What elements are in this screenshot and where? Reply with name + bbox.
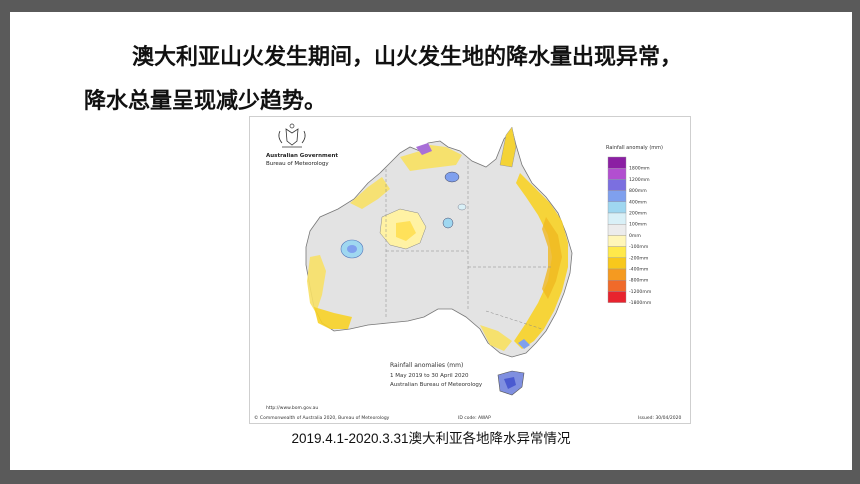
legend-label: 800mm — [629, 188, 647, 194]
legend-swatch — [607, 179, 627, 191]
caption-text: 澳大利亚各地降水异常情况 — [408, 431, 571, 447]
legend-swatch — [607, 156, 627, 169]
agency-name-line-1: Australian Government — [266, 153, 338, 159]
rainfall-anomaly-map: Australian Government Bureau of Meteorol… — [254, 123, 682, 421]
legend-label: 0mm — [629, 233, 641, 239]
legend-swatch — [607, 291, 627, 303]
legend-swatch — [607, 246, 627, 259]
inset-title: Rainfall anomalies (mm) — [390, 362, 463, 369]
legend-label: -1200mm — [629, 289, 652, 295]
legend-label: -1800mm — [629, 300, 652, 306]
legend-label: -100mm — [629, 244, 649, 250]
legend-swatch — [607, 201, 627, 214]
bom-url: http://www.bom.gov.au — [266, 405, 318, 411]
legend-label: -800mm — [629, 278, 649, 284]
legend-label: 200mm — [629, 211, 647, 217]
inset-source: Australian Bureau of Meteorology — [390, 382, 483, 388]
agency-name-line-2: Bureau of Meteorology — [266, 161, 329, 167]
heading-line-1: 澳大利亚山火发生期间，山火发生地的降水量出现异常， — [132, 45, 683, 70]
inset-period: 1 May 2019 to 30 April 2020 — [390, 373, 469, 379]
rainfall-anomaly-map-figure: Australian Government Bureau of Meteorol… — [249, 116, 691, 424]
legend-label: 1800mm — [629, 166, 650, 172]
legend-swatch — [607, 168, 627, 180]
coat-of-arms-icon — [278, 123, 306, 148]
legend-swatch — [607, 279, 627, 292]
legend-label: -400mm — [629, 267, 649, 273]
map-caption: 2019.4.1-2020.3.31澳大利亚各地降水异常情况 — [10, 427, 852, 447]
legend-label: 100mm — [629, 222, 647, 228]
legend-label: 400mm — [629, 199, 647, 205]
legend-swatch — [607, 190, 627, 202]
copyright-line: © Commonwealth of Australia 2020, Bureau… — [254, 414, 390, 421]
legend-swatch — [607, 268, 627, 281]
slide: 澳大利亚山火发生期间，山火发生地的降水量出现异常， 降水总量呈现减少趋势。 Au… — [10, 12, 852, 470]
caption-date: 2019.4.1-2020.3.31 — [291, 431, 409, 446]
id-code: ID code: AWAP — [458, 415, 491, 421]
legend-title: Rainfall anomaly (mm) — [606, 145, 663, 151]
legend-swatch — [607, 257, 627, 270]
issued-date: Issued: 30/04/2020 — [638, 415, 682, 421]
australia-mainland — [305, 126, 573, 358]
slide-heading: 澳大利亚山火发生期间，山火发生地的降水量出现异常， 降水总量呈现减少趋势。 — [84, 36, 804, 124]
legend-swatch — [607, 212, 627, 225]
legend-label: -200mm — [629, 255, 649, 261]
legend-label: 1200mm — [629, 177, 650, 183]
legend-swatch — [607, 235, 627, 247]
legend: 1800mm 1200mm 800mm 400mm 200mm 100mm 0mm -100m… — [607, 156, 652, 306]
legend-swatch — [607, 223, 627, 236]
